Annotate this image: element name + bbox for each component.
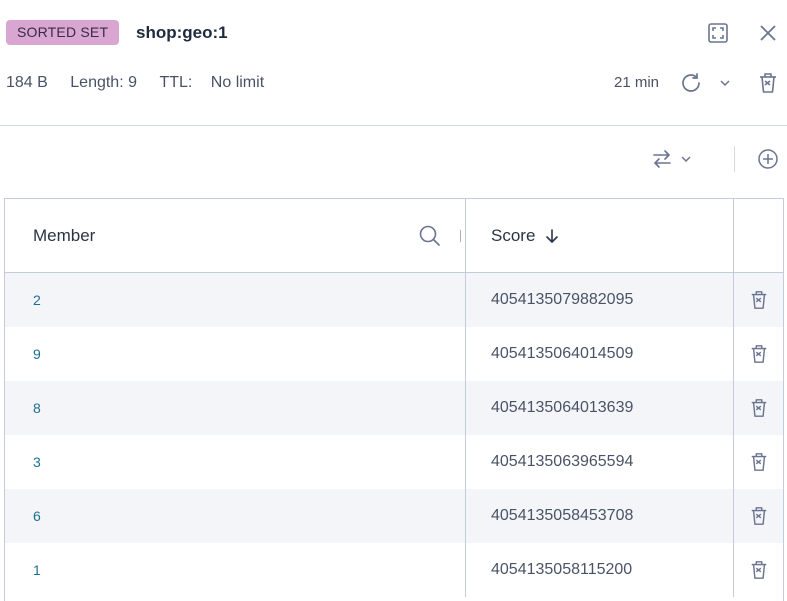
member-cell[interactable]: 2 xyxy=(5,273,465,327)
score-value: 4054135064014509 xyxy=(491,345,634,362)
column-header-score[interactable]: Score xyxy=(465,199,733,272)
last-refresh-time: 21 min xyxy=(614,74,660,91)
member-value: 2 xyxy=(33,292,41,308)
member-value: 8 xyxy=(33,400,41,416)
plus-circle-icon[interactable] xyxy=(756,147,780,171)
column-header-actions xyxy=(733,199,783,272)
key-length: Length: 9 xyxy=(70,74,137,91)
member-cell[interactable]: 3 xyxy=(5,435,465,489)
actions-cell xyxy=(733,327,783,381)
close-icon[interactable] xyxy=(756,21,780,45)
trash-icon[interactable] xyxy=(748,288,770,312)
actions-cell xyxy=(733,435,783,489)
score-cell[interactable]: 4054135064014509 xyxy=(465,327,733,381)
member-value: 3 xyxy=(33,454,41,470)
swap-arrows-icon[interactable] xyxy=(650,147,674,171)
search-icon[interactable] xyxy=(419,225,441,247)
refresh-icon[interactable] xyxy=(678,70,704,96)
table-row[interactable]: 8 4054135064013639 xyxy=(5,381,783,435)
member-cell[interactable]: 9 xyxy=(5,327,465,381)
table-row[interactable]: 2 4054135079882095 xyxy=(5,273,783,327)
type-badge: SORTED SET xyxy=(6,20,120,45)
members-table: Member Score 2 4054135079882095 9 405413… xyxy=(4,198,784,601)
actions-cell xyxy=(733,381,783,435)
member-value: 9 xyxy=(33,346,41,362)
key-name[interactable]: shop:geo:1 xyxy=(136,22,228,44)
actions-cell xyxy=(733,273,783,327)
table-row[interactable]: 3 4054135063965594 xyxy=(5,435,783,489)
table-header: Member Score xyxy=(5,199,783,273)
member-cell[interactable]: 8 xyxy=(5,381,465,435)
table-body: 2 4054135079882095 9 4054135064014509 8 … xyxy=(5,273,783,597)
score-value: 4054135058115200 xyxy=(491,561,633,578)
arrow-down-icon[interactable] xyxy=(544,228,560,244)
score-value: 4054135064013639 xyxy=(491,399,634,416)
column-header-label: Score xyxy=(491,225,536,245)
key-size: 184 B xyxy=(6,74,48,91)
actions-cell xyxy=(733,489,783,543)
score-value: 4054135058453708 xyxy=(491,507,634,524)
score-cell[interactable]: 4054135058453708 xyxy=(465,489,733,543)
actions-cell xyxy=(733,543,783,597)
chevron-down-icon[interactable] xyxy=(718,76,732,90)
trash-icon[interactable] xyxy=(748,558,770,582)
score-cell[interactable]: 4054135063965594 xyxy=(465,435,733,489)
chevron-down-icon[interactable] xyxy=(680,153,692,165)
member-cell[interactable]: 1 xyxy=(5,543,465,597)
key-details-header: SORTED SET shop:geo:1 184 B Length: 9 TT… xyxy=(0,0,787,126)
score-value: 4054135079882095 xyxy=(491,291,634,308)
trash-icon[interactable] xyxy=(748,342,770,366)
member-value: 1 xyxy=(33,562,41,578)
trash-icon[interactable] xyxy=(756,70,780,96)
trash-icon[interactable] xyxy=(748,504,770,528)
score-value: 4054135063965594 xyxy=(491,453,634,470)
ttl-label: TTL: xyxy=(159,74,193,91)
score-cell[interactable]: 4054135079882095 xyxy=(465,273,733,327)
table-row[interactable]: 1 4054135058115200 xyxy=(5,543,783,597)
toolbar-divider xyxy=(734,146,735,172)
fullscreen-icon[interactable] xyxy=(706,21,730,45)
table-row[interactable]: 9 4054135064014509 xyxy=(5,327,783,381)
member-value: 6 xyxy=(33,508,41,524)
column-header-member: Member xyxy=(5,199,465,272)
member-cell[interactable]: 6 xyxy=(5,489,465,543)
key-meta: 184 B Length: 9 TTL: No limit xyxy=(6,73,264,93)
score-cell[interactable]: 4054135058115200 xyxy=(465,543,733,597)
trash-icon[interactable] xyxy=(748,450,770,474)
score-cell[interactable]: 4054135064013639 xyxy=(465,381,733,435)
trash-icon[interactable] xyxy=(748,396,770,420)
column-header-label: Member xyxy=(33,225,96,245)
table-row[interactable]: 6 4054135058453708 xyxy=(5,489,783,543)
ttl-value[interactable]: No limit xyxy=(211,73,264,93)
